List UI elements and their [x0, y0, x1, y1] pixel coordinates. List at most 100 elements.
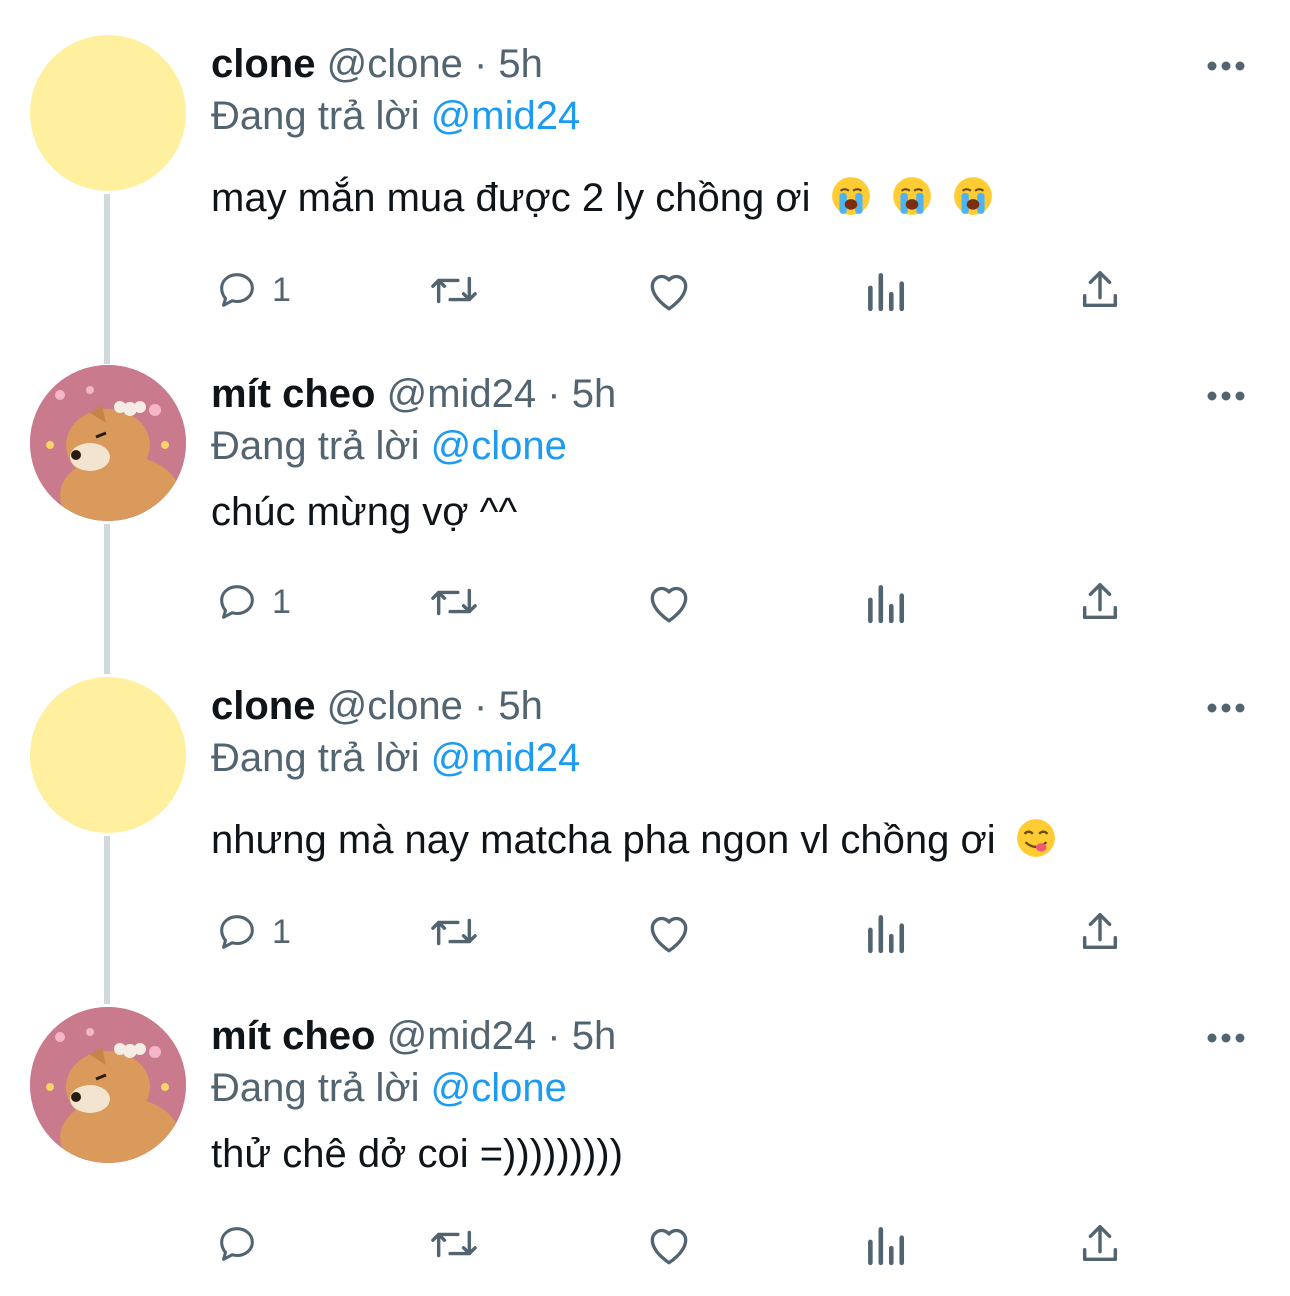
share-button[interactable]: [1078, 572, 1122, 632]
replying-to: Đang trả lời @clone: [211, 1066, 567, 1110]
replying-to-handle[interactable]: @mid24: [431, 736, 581, 780]
tweet-text-content: may mắn mua được 2 ly chồng ơi: [211, 176, 811, 220]
user-handle[interactable]: @clone: [327, 42, 463, 86]
timestamp[interactable]: 5h: [498, 684, 543, 728]
replying-to-handle[interactable]: @clone: [431, 424, 567, 468]
more-horizontal-icon[interactable]: [1206, 702, 1246, 714]
tweet-text: thử chê dở coi =))))))))): [211, 1130, 623, 1178]
shiba-dog-avatar-image: [30, 1007, 186, 1163]
like-button[interactable]: [644, 902, 694, 962]
retweet-icon: [431, 1230, 477, 1258]
separator-dot: ·: [547, 1014, 561, 1058]
loudly-crying-face-emoji: [831, 177, 870, 215]
replying-to-label: Đang trả lời: [211, 1066, 420, 1110]
separator-dot: ·: [547, 372, 561, 416]
tweet-header: mít cheo @mid24 · 5h: [211, 372, 616, 416]
shiba-dog-avatar-image: [30, 365, 186, 521]
share-upload-icon: [1082, 1225, 1118, 1262]
replying-to-handle[interactable]: @clone: [431, 1066, 567, 1110]
tweet-text-content: thử chê dở coi =))))))))): [211, 1132, 623, 1176]
tweet-text-content: nhưng mà nay matcha pha ngon vl chồng ơi: [211, 818, 996, 862]
reply-button[interactable]: 1: [214, 902, 291, 962]
retweet-icon: [431, 588, 477, 616]
timestamp[interactable]: 5h: [572, 1014, 617, 1058]
user-handle[interactable]: @mid24: [387, 1014, 537, 1058]
heart-icon: [650, 274, 688, 311]
retweet-button[interactable]: [426, 902, 482, 962]
tweet[interactable]: mít cheo @mid24 · 5h Đang trả lời @clone…: [0, 994, 1290, 1294]
display-name[interactable]: clone: [211, 684, 315, 728]
views-button[interactable]: [864, 260, 906, 320]
retweet-icon: [431, 918, 477, 946]
avatar[interactable]: [30, 677, 186, 833]
tweet[interactable]: clone @clone · 5h Đang trả lời @mid24 ma…: [0, 22, 1290, 342]
share-upload-icon: [1082, 271, 1118, 308]
heart-icon: [650, 1228, 688, 1265]
views-button[interactable]: [864, 572, 906, 632]
like-button[interactable]: [644, 260, 694, 320]
heart-icon: [650, 916, 688, 953]
tweet-text: may mắn mua được 2 ly chồng ơi: [211, 174, 994, 222]
yummy-face-emoji: [1016, 819, 1055, 857]
retweet-button[interactable]: [426, 260, 482, 320]
avatar[interactable]: [30, 365, 186, 521]
tweet-action-bar: 1: [0, 902, 1290, 962]
display-name[interactable]: mít cheo: [211, 1014, 375, 1058]
tweet[interactable]: clone @clone · 5h Đang trả lời @mid24 nh…: [0, 664, 1290, 994]
reply-bubble-icon: [220, 273, 254, 307]
separator-dot: ·: [473, 42, 488, 86]
loudly-crying-face-emoji: [892, 177, 931, 215]
avatar[interactable]: [30, 35, 186, 191]
like-button[interactable]: [644, 572, 694, 632]
reply-button[interactable]: 1: [214, 260, 291, 320]
more-horizontal-icon[interactable]: [1206, 60, 1246, 72]
avatar[interactable]: [30, 1007, 186, 1163]
share-button[interactable]: [1078, 1214, 1122, 1274]
loudly-crying-face-emoji: [953, 177, 992, 215]
replying-to: Đang trả lời @mid24: [211, 94, 580, 138]
views-bar-chart-icon: [868, 915, 905, 954]
views-button[interactable]: [864, 902, 906, 962]
separator-dot: ·: [473, 684, 488, 728]
user-handle[interactable]: @mid24: [387, 372, 537, 416]
tweet-action-bar: [0, 1214, 1290, 1274]
display-name[interactable]: clone: [211, 42, 315, 86]
timestamp[interactable]: 5h: [572, 372, 617, 416]
share-button[interactable]: [1078, 902, 1122, 962]
tweet-text: nhưng mà nay matcha pha ngon vl chồng ơi: [211, 816, 1057, 864]
user-handle[interactable]: @clone: [327, 684, 463, 728]
reply-bubble-icon: [220, 1227, 254, 1261]
display-name[interactable]: mít cheo: [211, 372, 375, 416]
conversation-thread: clone @clone · 5h Đang trả lời @mid24 ma…: [0, 0, 1290, 1296]
tweet-header: mít cheo @mid24 · 5h: [211, 1014, 616, 1058]
reply-button[interactable]: [214, 1214, 272, 1274]
heart-icon: [650, 586, 688, 623]
like-button[interactable]: [644, 1214, 694, 1274]
views-bar-chart-icon: [868, 1227, 905, 1266]
reply-count: 1: [272, 582, 291, 621]
retweet-button[interactable]: [426, 572, 482, 632]
tweet-header: clone @clone · 5h: [211, 42, 543, 86]
tweet[interactable]: mít cheo @mid24 · 5h Đang trả lời @clone…: [0, 352, 1290, 662]
reply-bubble-icon: [220, 915, 254, 949]
share-button[interactable]: [1078, 260, 1122, 320]
timestamp[interactable]: 5h: [498, 42, 543, 86]
more-horizontal-icon[interactable]: [1206, 1032, 1246, 1044]
reply-count: 1: [272, 270, 291, 309]
replying-to-label: Đang trả lời: [211, 424, 420, 468]
views-button[interactable]: [864, 1214, 906, 1274]
tweet-text: chúc mừng vợ ^^: [211, 488, 517, 536]
replying-to: Đang trả lời @mid24: [211, 736, 580, 780]
more-horizontal-icon[interactable]: [1206, 390, 1246, 402]
reply-button[interactable]: 1: [214, 572, 291, 632]
reply-bubble-icon: [220, 585, 254, 619]
tweet-action-bar: 1: [0, 572, 1290, 632]
retweet-button[interactable]: [426, 1214, 482, 1274]
share-upload-icon: [1082, 583, 1118, 620]
views-bar-chart-icon: [868, 273, 905, 312]
tweet-header: clone @clone · 5h: [211, 684, 543, 728]
replying-to-handle[interactable]: @mid24: [431, 94, 581, 138]
tweet-text-content: chúc mừng vợ ^^: [211, 490, 518, 534]
share-upload-icon: [1082, 913, 1118, 950]
views-bar-chart-icon: [868, 585, 905, 624]
